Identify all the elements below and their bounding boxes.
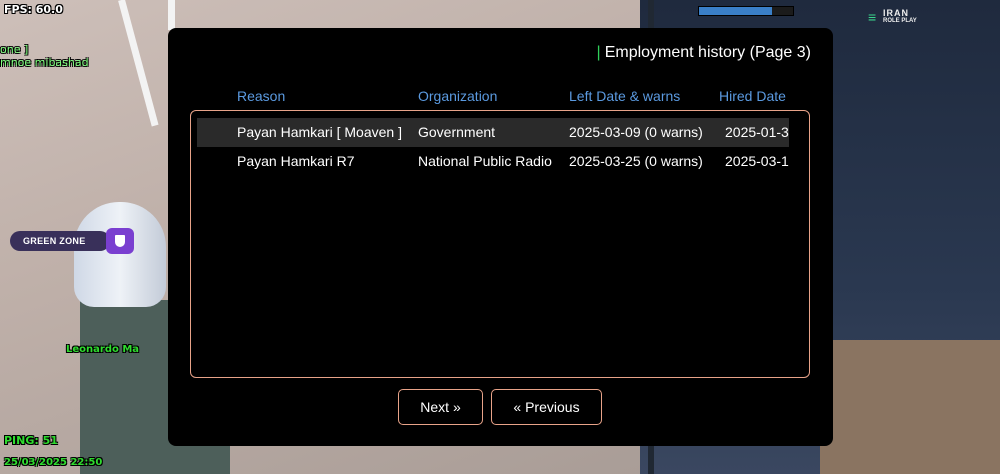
water-tank (74, 202, 166, 307)
previous-button[interactable]: « Previous (491, 389, 602, 425)
table-row[interactable]: Payan Hamkari [ Moaven ] Government 2025… (197, 118, 789, 147)
health-bar (698, 6, 794, 16)
history-list[interactable]: Payan Hamkari [ Moaven ] Government 2025… (190, 110, 810, 378)
title-accent-bar: | (596, 44, 601, 61)
dialog-title-text: Employment history (Page 3) (604, 44, 811, 61)
server-logo: ≡ IRAN ROLE PLAY (868, 7, 930, 27)
logo-subtext: ROLE PLAY (883, 18, 917, 24)
shield-icon (106, 228, 134, 254)
logo-icon: ≡ (868, 9, 877, 25)
datetime-display: 25/03/2025 22:50 (4, 457, 103, 468)
next-button[interactable]: Next » (398, 389, 483, 425)
cell-reason: Payan Hamkari R7 (237, 153, 355, 169)
employment-history-dialog: | Employment history (Page 3) Reason Orga… (168, 28, 833, 446)
cell-left-date: 2025-03-25 (0 warns) (569, 153, 703, 169)
column-header-reason: Reason (237, 88, 286, 104)
column-header-hired-date: Hired Date (719, 88, 786, 104)
table-header: Reason Organization Left Date & warns Hi… (168, 88, 833, 108)
cell-hired-date: 2025-03-1 (725, 153, 789, 169)
cell-left-date: 2025-03-09 (0 warns) (569, 124, 703, 140)
health-bar-fill (699, 7, 773, 15)
column-header-organization: Organization (418, 88, 498, 104)
cell-reason: Payan Hamkari [ Moaven ] (237, 124, 402, 140)
chat-line: mnoe mibashad (0, 56, 89, 69)
cell-organization: Government (418, 124, 496, 140)
road-stripe (168, 0, 175, 30)
wooden-floor (820, 340, 1000, 474)
fps-counter: FPS: 60.0 (4, 3, 63, 16)
column-header-left-date: Left Date & warns (569, 88, 681, 104)
logo-text: IRAN (883, 8, 909, 18)
cell-organization: National Public Radio (418, 153, 552, 169)
dialog-title: | Employment history (Page 3) (597, 44, 811, 62)
player-name-tag: Leonardo Ma (66, 344, 140, 355)
cell-hired-date: 2025-01-3 (725, 124, 789, 140)
green-zone-badge: GREEN ZONE (10, 231, 110, 251)
table-row[interactable]: Payan Hamkari R7 National Public Radio 2… (197, 147, 789, 176)
ping-indicator: PING: 51 (4, 434, 58, 447)
chat-line: one ] (0, 43, 29, 56)
